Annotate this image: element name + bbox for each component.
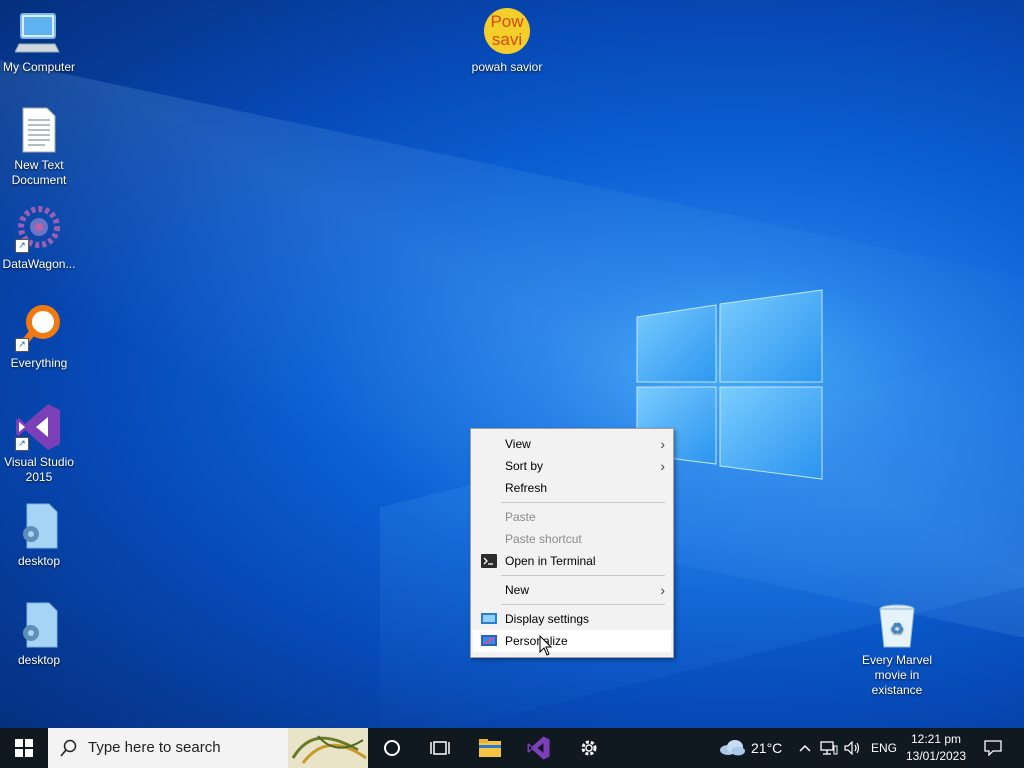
- desktop-icon-label: powah savior: [471, 60, 543, 74]
- chevron-right-icon: ›: [660, 458, 665, 474]
- search-placeholder: Type here to search: [88, 739, 221, 756]
- network-icon: [820, 741, 838, 755]
- menu-item-label: Refresh: [505, 481, 548, 495]
- menu-item-label: Personalize: [505, 634, 568, 648]
- computer-icon: [14, 8, 63, 56]
- taskbar-file-explorer[interactable]: [470, 728, 510, 768]
- clock-time: 12:21 pm: [910, 732, 962, 746]
- volume-button[interactable]: [842, 728, 864, 768]
- menu-item-label: Paste shortcut: [505, 532, 582, 546]
- menu-item-display-settings[interactable]: Display settings: [473, 608, 671, 630]
- task-view-icon: [430, 741, 450, 755]
- desktop-icon-label: My Computer: [2, 60, 76, 74]
- cortana-button[interactable]: [372, 728, 412, 768]
- desktop-icon-recycle-bin[interactable]: ♻ Every Marvel movie in existance: [855, 601, 939, 698]
- task-view-button[interactable]: [420, 728, 460, 768]
- powah-savior-icon: Pow savi: [483, 8, 531, 56]
- magnifier-icon: ↗: [15, 304, 63, 352]
- desktop-icon-label: New Text Document: [11, 158, 67, 187]
- desktop-icon-everything[interactable]: ↗ Everything: [0, 304, 81, 371]
- taskbar-settings[interactable]: [568, 728, 610, 768]
- desktop-icon-new-text-document[interactable]: New Text Document: [0, 106, 81, 188]
- weather-temperature[interactable]: 21°C: [751, 740, 782, 756]
- gear-icon: [581, 740, 597, 756]
- cloud-icon: [720, 740, 745, 756]
- desktop-icon-visual-studio-2015[interactable]: ↗ Visual Studio 2015: [0, 403, 81, 485]
- clock-date: 13/01/2023: [905, 749, 967, 763]
- desktop-icon-desktop-1[interactable]: desktop: [0, 502, 81, 569]
- language-indicator[interactable]: ENG: [871, 741, 897, 755]
- menu-item-label: Display settings: [505, 612, 590, 626]
- menu-item-label: Paste: [505, 510, 536, 524]
- desktop-icon-label: desktop: [17, 554, 61, 568]
- terminal-icon: [481, 554, 497, 568]
- menu-item-paste[interactable]: Paste: [473, 506, 671, 528]
- shortcut-arrow-icon: ↗: [15, 437, 29, 451]
- datawagon-icon: ↗: [15, 205, 63, 253]
- visual-studio-icon: ↗: [15, 403, 63, 451]
- desktop-icon-datawagon[interactable]: ↗ DataWagon...: [0, 205, 81, 272]
- desktop-icon-desktop-2[interactable]: desktop: [0, 601, 81, 668]
- chevron-right-icon: ›: [660, 582, 665, 598]
- shortcut-arrow-icon: ↗: [15, 338, 29, 352]
- windows-start-icon: [15, 739, 33, 757]
- recycle-bin-icon: ♻: [873, 601, 921, 649]
- desktop-icon-label: desktop: [17, 653, 61, 667]
- menu-item-new[interactable]: New ›: [473, 579, 671, 601]
- desktop-icon-label: Every Marvel movie in existance: [861, 653, 932, 697]
- menu-item-label: New: [505, 583, 530, 597]
- start-button[interactable]: [0, 728, 48, 768]
- network-button[interactable]: [818, 728, 840, 768]
- menu-item-label: View: [505, 437, 531, 451]
- show-hidden-icons-button[interactable]: [795, 728, 815, 768]
- desktop-config-file-icon: [15, 502, 63, 550]
- powah-badge: Pow savi: [484, 8, 530, 54]
- menu-item-open-in-terminal[interactable]: Open in Terminal: [473, 550, 671, 572]
- display-icon: [481, 613, 497, 624]
- menu-item-sort-by[interactable]: Sort by ›: [473, 455, 671, 477]
- menu-separator: [501, 604, 665, 605]
- taskbar-search-box[interactable]: Type here to search: [48, 728, 368, 768]
- desktop-icon-my-computer[interactable]: My Computer: [0, 8, 81, 75]
- menu-item-paste-shortcut[interactable]: Paste shortcut: [473, 528, 671, 550]
- svg-text:♻: ♻: [890, 621, 904, 638]
- desktop-icon-label: Visual Studio 2015: [4, 455, 74, 484]
- taskbar-visual-studio[interactable]: [518, 728, 560, 768]
- menu-item-label: Open in Terminal: [505, 554, 596, 568]
- cortana-circle-icon: [384, 740, 400, 756]
- desktop-config-file-icon: [15, 601, 63, 649]
- menu-item-personalize[interactable]: Personalize: [473, 630, 671, 652]
- text-document-icon: [15, 106, 63, 154]
- search-icon: [60, 739, 77, 757]
- chevron-up-icon: [799, 744, 811, 752]
- speaker-icon: [844, 741, 860, 755]
- personalize-icon: [481, 635, 497, 646]
- shortcut-arrow-icon: ↗: [15, 239, 29, 253]
- menu-item-refresh[interactable]: Refresh: [473, 477, 671, 499]
- clock[interactable]: 12:21 pm 13/01/2023: [900, 731, 972, 765]
- desktop-context-menu: View › Sort by › Refresh Paste Paste sho…: [470, 428, 674, 658]
- folder-icon: [479, 739, 501, 757]
- menu-item-view[interactable]: View ›: [473, 433, 671, 455]
- taskbar: Type here to search 21°C ENG 12:21 pm 13…: [0, 728, 1024, 768]
- desktop-icon-label: DataWagon...: [2, 257, 76, 271]
- search-highlight-illustration: [288, 728, 368, 768]
- menu-separator: [501, 502, 665, 503]
- mouse-cursor-icon: [539, 635, 553, 656]
- visual-studio-icon: [527, 736, 550, 760]
- desktop-icon-powah-savior[interactable]: Pow savi powah savior: [465, 8, 549, 75]
- menu-item-label: Sort by: [505, 459, 544, 473]
- desktop-icon-label: Everything: [10, 356, 68, 370]
- notification-icon: [984, 740, 1002, 756]
- chevron-right-icon: ›: [660, 436, 665, 452]
- action-center-button[interactable]: [978, 728, 1008, 768]
- menu-separator: [501, 575, 665, 576]
